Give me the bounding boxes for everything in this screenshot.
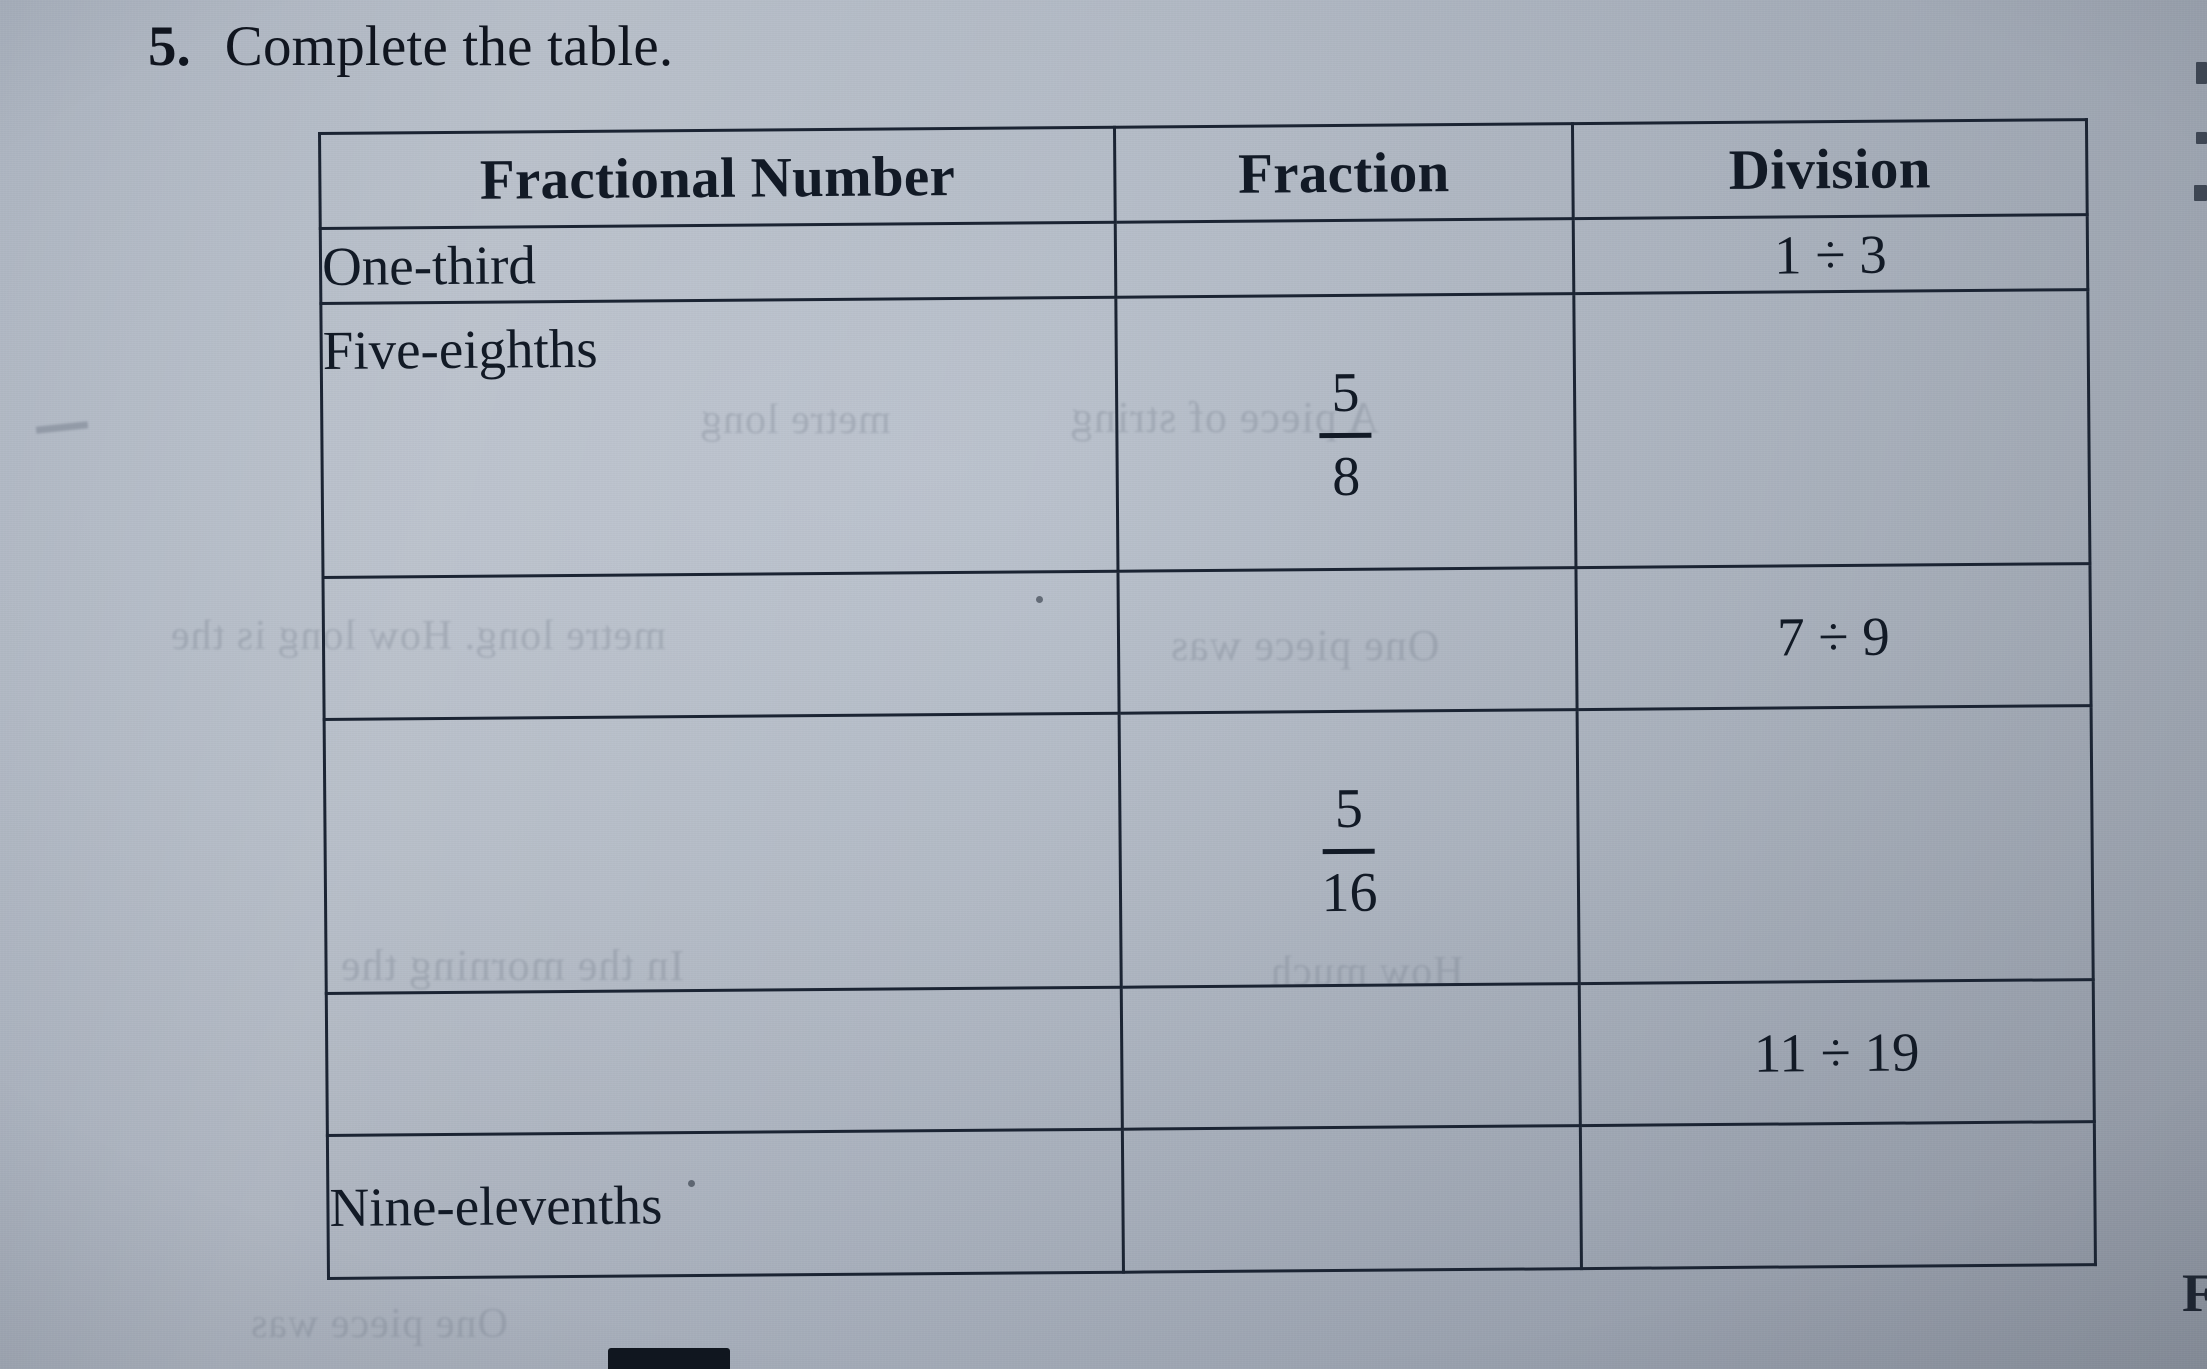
cell-division-row2[interactable]	[1573, 289, 2090, 568]
fraction-numerator: 5	[1334, 777, 1364, 840]
corner-letter-fragment: F	[2182, 1263, 2207, 1323]
scanned-worksheet-page: A piece of string metre long One piece w…	[0, 0, 2207, 1369]
edge-artifact-top	[2196, 62, 2207, 84]
question-heading: 5. Complete the table.	[148, 14, 673, 79]
fraction-numerator: 5	[1331, 361, 1360, 424]
fraction-bar	[1323, 848, 1376, 854]
fraction-denominator: 16	[1321, 861, 1378, 924]
question-number: 5.	[148, 15, 191, 78]
bottom-edge-artifact	[608, 1348, 730, 1369]
cell-fraction-row2[interactable]: 5 8	[1115, 293, 1576, 572]
cell-fraction-row4[interactable]: 5 16	[1119, 709, 1580, 988]
fractions-table-wrapper: Fractional Number Fraction Division One-…	[318, 118, 2097, 1280]
table-row: 11 ÷ 19	[326, 979, 2095, 1136]
table-header-row: Fractional Number Fraction Division	[319, 119, 2088, 229]
table-row: One-third 1 ÷ 3	[320, 214, 2088, 304]
fraction-five-eighths: 5 8	[1319, 361, 1372, 508]
column-header-division: Division	[1572, 119, 2088, 219]
fractions-table: Fractional Number Fraction Division One-…	[318, 118, 2097, 1280]
question-prompt: Complete the table.	[224, 15, 674, 78]
cell-division-row5[interactable]: 11 ÷ 19	[1579, 979, 2095, 1127]
cell-fractional-number-row2[interactable]: Five-eighths	[320, 297, 1119, 578]
fraction-denominator: 8	[1331, 445, 1361, 508]
cell-fractional-number-row5[interactable]	[326, 987, 1123, 1136]
cell-fraction-row3[interactable]	[1118, 567, 1577, 714]
cell-fractional-number-row3[interactable]	[322, 571, 1120, 720]
ink-speck-1	[688, 1180, 695, 1187]
cell-fractional-number-row4[interactable]	[324, 713, 1122, 994]
cell-fraction-row5[interactable]	[1121, 983, 1581, 1130]
edge-artifact-lower	[2194, 185, 2207, 201]
table-row: 5 16	[324, 705, 2094, 994]
table-row: 7 ÷ 9	[322, 563, 2092, 720]
fraction-five-sixteenths: 5 16	[1321, 777, 1378, 924]
cell-division-row4[interactable]	[1576, 705, 2094, 984]
table-row: Nine-elevenths	[327, 1122, 2096, 1279]
table-row: Five-eighths 5 8	[320, 289, 2090, 578]
cell-fraction-row1[interactable]	[1115, 218, 1574, 298]
cell-division-row1[interactable]: 1 ÷ 3	[1573, 214, 2088, 294]
column-header-fraction: Fraction	[1114, 123, 1574, 223]
fraction-bar	[1319, 432, 1372, 438]
cell-fractional-number-row1[interactable]: One-third	[320, 222, 1116, 304]
edge-artifact-middle	[2196, 132, 2207, 144]
column-header-fractional-number: Fractional Number	[319, 127, 1116, 229]
cell-fractional-number-row6[interactable]: Nine-elevenths	[327, 1129, 1124, 1279]
cell-division-row3[interactable]: 7 ÷ 9	[1575, 563, 2092, 710]
cell-fraction-row6[interactable]	[1122, 1126, 1582, 1273]
cell-division-row6[interactable]	[1580, 1122, 2096, 1269]
ink-speck-2	[1036, 596, 1043, 603]
